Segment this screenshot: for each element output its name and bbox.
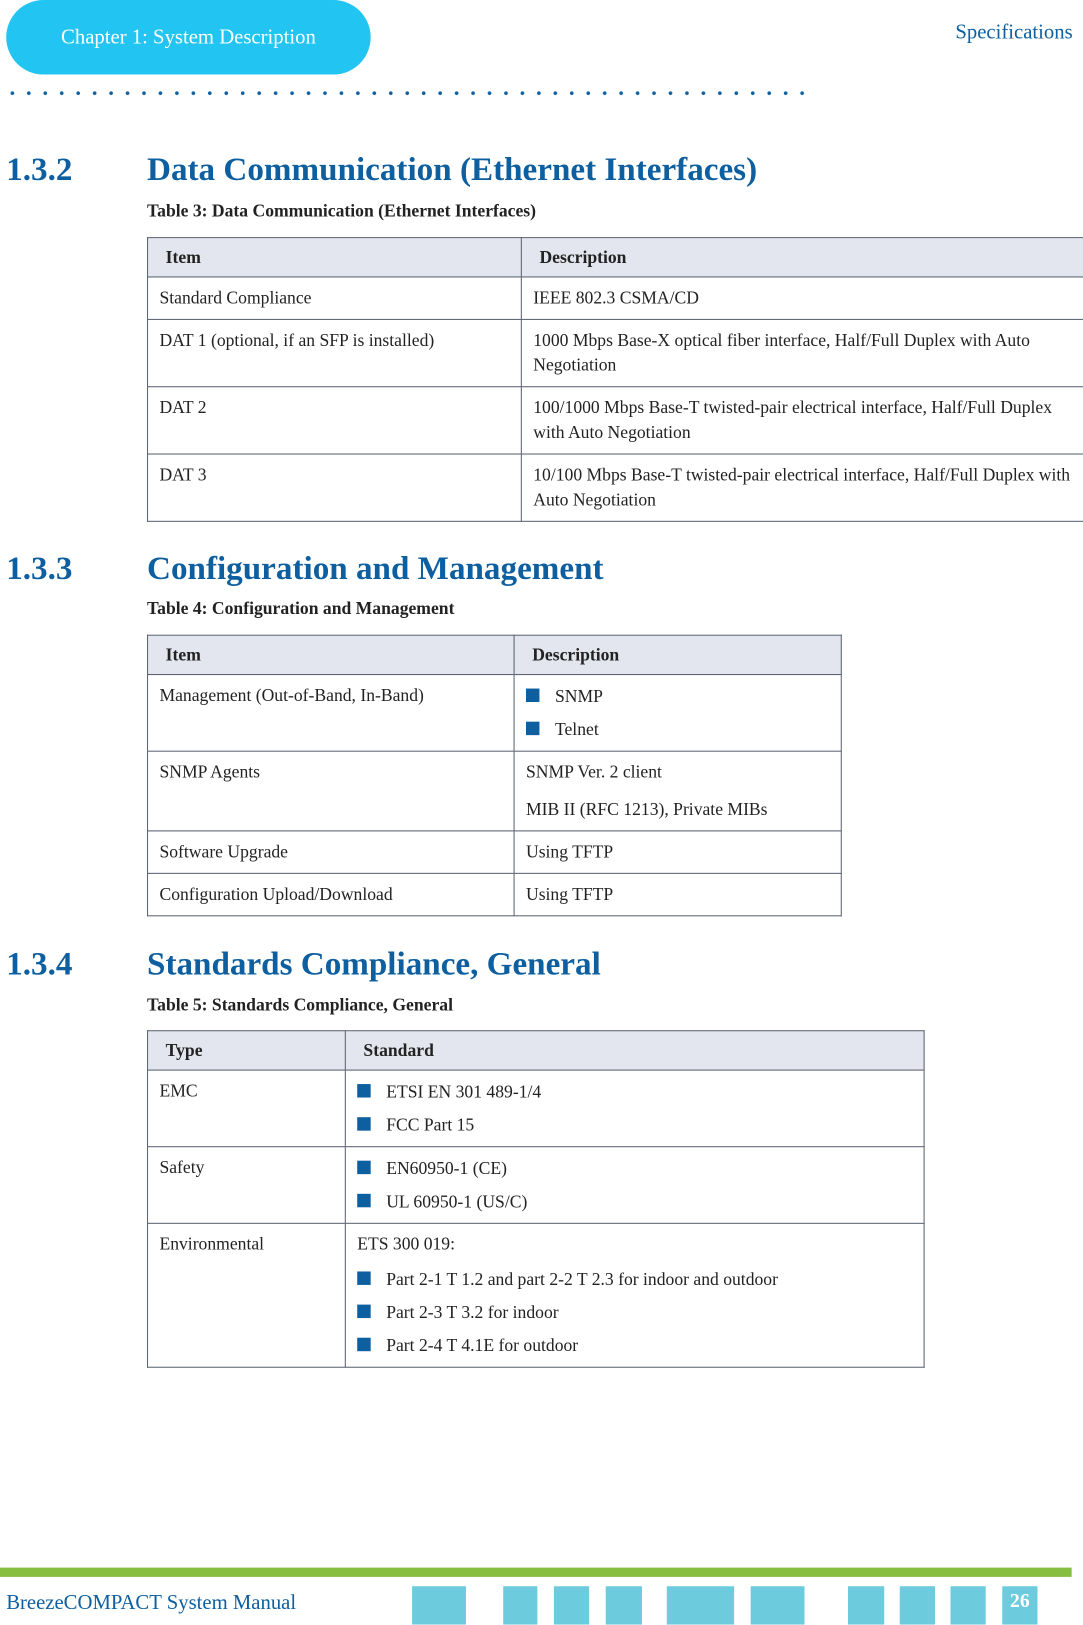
cell: 10/100 Mbps Base-T twisted-pair electric…	[520, 453, 1083, 522]
bullet-item: Telnet	[525, 718, 828, 743]
footer-block	[950, 1586, 986, 1625]
bullet-square-icon	[357, 1083, 371, 1098]
manual-title: BreezeCOMPACT System Manual	[6, 1591, 297, 1615]
bullet-text: Part 2-1 T 1.2 and part 2-2 T 2.3 for in…	[386, 1269, 778, 1290]
cell-line: SNMP Ver. 2 client	[525, 762, 662, 782]
bullet-square-icon	[357, 1304, 371, 1318]
bullet-text: ETSI EN 301 489-1/4	[386, 1081, 542, 1102]
cell: SNMP Agents	[147, 750, 515, 832]
footer-block	[605, 1586, 642, 1625]
cell: Safety	[147, 1146, 346, 1224]
bullet-text: Telnet	[554, 719, 599, 740]
table-caption: Table 5: Standards Compliance, General	[147, 995, 453, 1015]
page-number: 26	[1002, 1586, 1038, 1625]
bullet-text: UL 60950-1 (US/C)	[386, 1191, 528, 1212]
bullet-item: Part 2-1 T 1.2 and part 2-2 T 2.3 for in…	[357, 1267, 911, 1292]
section-number: 1.3.2	[6, 150, 73, 188]
cell: DAT 3	[147, 453, 522, 522]
bullet-square-icon	[525, 721, 540, 735]
cell: IEEE 802.3 CSMA/CD	[520, 276, 1083, 320]
cell: SNMP Ver. 2 client MIB II (RFC 1213), Pri…	[513, 750, 842, 832]
footer-block	[666, 1586, 735, 1625]
dotted-divider	[4, 89, 812, 98]
footer-block	[412, 1586, 466, 1625]
footer-block	[503, 1586, 538, 1625]
cell: EMC	[147, 1069, 346, 1148]
table-row: Software Upgrade Using TFTP	[147, 830, 842, 874]
chapter-tab[interactable]: Chapter 1: System Description	[6, 0, 371, 75]
bullet-text: EN60950-1 (CE)	[386, 1158, 507, 1179]
cell: 100/1000 Mbps Base-T twisted-pair electr…	[520, 386, 1083, 455]
cell: ETS 300 019: Part 2-1 T 1.2 and part 2-2…	[344, 1222, 925, 1368]
cell: Software Upgrade	[147, 830, 515, 874]
column-header: Item	[147, 237, 522, 278]
table-row: DAT 2 100/1000 Mbps Base-T twisted-pair e…	[147, 386, 1083, 455]
section-title: Standards Compliance, General	[147, 944, 601, 982]
table-row: Safety EN60950-1 (CE) UL 60950-1 (US/C)	[147, 1146, 925, 1224]
bullet-square-icon	[357, 1337, 371, 1351]
bullet-item: Part 2-3 T 3.2 for indoor	[357, 1300, 911, 1325]
table-row: Configuration Upload/Download Using TFTP	[147, 872, 842, 917]
section-number: 1.3.3	[6, 548, 73, 587]
table-row: SNMP Agents SNMP Ver. 2 client MIB II (RF…	[147, 750, 842, 832]
bullet-text: Part 2-4 T 4.1E for outdoor	[386, 1335, 579, 1356]
footer-block	[553, 1586, 590, 1625]
table-row: Environmental ETS 300 019: Part 2-1 T 1.…	[147, 1222, 925, 1368]
bullet-text: SNMP	[554, 686, 603, 707]
cell: Configuration Upload/Download	[147, 872, 515, 917]
section-title: Configuration and Management	[147, 548, 604, 587]
footer-block	[847, 1586, 885, 1625]
cell-line: ETS 300 019:	[357, 1234, 456, 1254]
column-header: Item	[147, 634, 515, 676]
section-title: Data Communication (Ethernet Interfaces)	[147, 150, 758, 188]
table-row: DAT 3 10/100 Mbps Base-T twisted-pair ele…	[147, 453, 1083, 522]
bullet-square-icon	[357, 1193, 371, 1207]
bullet-text: FCC Part 15	[386, 1115, 475, 1135]
bullet-item: UL 60950-1 (US/C)	[357, 1190, 911, 1215]
bullet-item: ETSI EN 301 489-1/4	[357, 1080, 911, 1105]
bullet-item: EN60950-1 (CE)	[357, 1157, 911, 1182]
cell: DAT 1 (optional, if an SFP is installed)	[147, 318, 522, 388]
bullet-square-icon	[357, 1160, 371, 1174]
cell-line: MIB II (RFC 1213), Private MIBs	[525, 799, 768, 820]
config-table: Item Description Management (Out-of-Band,…	[147, 634, 842, 917]
column-header: Type	[147, 1030, 346, 1071]
table-row: DAT 1 (optional, if an SFP is installed)…	[147, 318, 1083, 388]
footer-block	[899, 1586, 935, 1625]
standards-table: Type Standard EMC ETSI EN 301 489-1/4 FCC…	[147, 1030, 925, 1368]
table-row: Standard Compliance IEEE 802.3 CSMA/CD	[147, 276, 1083, 320]
table-row: EMC ETSI EN 301 489-1/4 FCC Part 15	[147, 1069, 925, 1148]
bullet-square-icon	[525, 688, 540, 702]
page-number-text: 26	[1010, 1590, 1030, 1613]
cell: ETSI EN 301 489-1/4 FCC Part 15	[344, 1069, 925, 1148]
bullet-text: Part 2-3 T 3.2 for indoor	[386, 1302, 559, 1323]
cell: Using TFTP	[513, 830, 842, 874]
cell: 1000 Mbps Base-X optical fiber interface…	[520, 318, 1083, 388]
cell: EN60950-1 (CE) UL 60950-1 (US/C)	[344, 1146, 925, 1224]
cell: Using TFTP	[513, 872, 842, 917]
bullet-item: FCC Part 15	[357, 1113, 911, 1138]
column-header: Standard	[344, 1030, 925, 1071]
chapter-label: Chapter 1: System Description	[61, 25, 316, 49]
cell: Standard Compliance	[147, 276, 522, 320]
document-page: Chapter 1: System Description Specificat…	[0, 0, 1083, 1625]
section-number: 1.3.4	[6, 944, 73, 982]
bullet-square-icon	[357, 1270, 371, 1285]
cell: Management (Out-of-Band, In-Band)	[147, 674, 515, 752]
cell: Environmental	[147, 1222, 346, 1368]
cell: SNMP Telnet	[513, 674, 842, 752]
column-header: Description	[520, 237, 1083, 278]
bullet-item: Part 2-4 T 4.1E for outdoor	[357, 1334, 911, 1359]
ethernet-table: Item Description Standard Compliance IEEE …	[147, 237, 1083, 522]
column-header: Description	[513, 634, 842, 676]
section-link[interactable]: Specifications	[955, 21, 1072, 45]
bullet-item: SNMP	[525, 684, 828, 709]
footer-bar	[0, 1567, 1072, 1577]
cell: DAT 2	[147, 386, 522, 455]
table-caption: Table 4: Configuration and Management	[147, 598, 455, 619]
table-caption: Table 3: Data Communication (Ethernet In…	[147, 200, 537, 221]
bullet-square-icon	[357, 1116, 371, 1131]
footer-block	[750, 1586, 805, 1625]
table-row: Management (Out-of-Band, In-Band) SNMP T…	[147, 674, 842, 752]
